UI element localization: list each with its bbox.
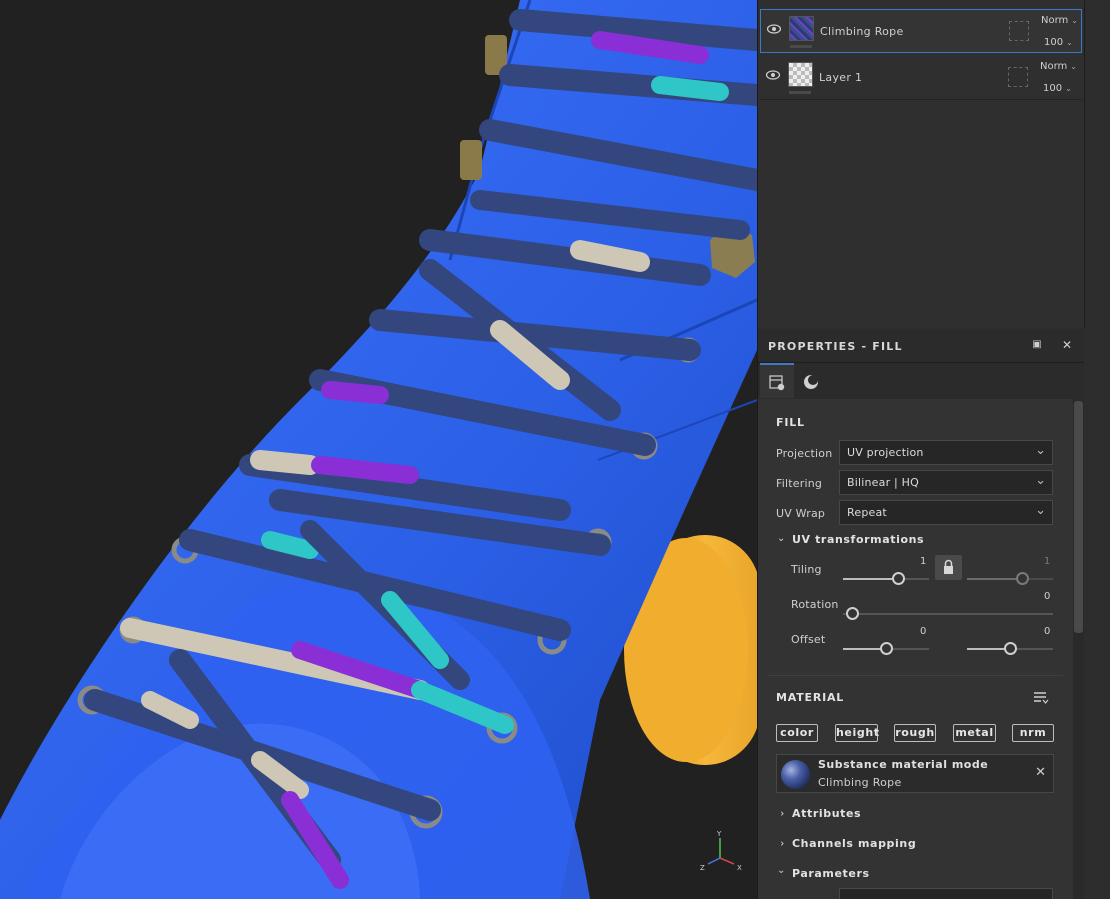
- parameters-toggle[interactable]: Parameters: [792, 867, 870, 880]
- uvwrap-label: UV Wrap: [776, 507, 826, 520]
- material-mode-label: Substance material mode: [818, 758, 989, 771]
- material-card[interactable]: Substance material mode Climbing Rope ✕: [776, 754, 1054, 793]
- blend-mode-value: Norm: [1041, 15, 1069, 26]
- properties-title: PROPERTIES - FILL: [768, 340, 903, 353]
- offset-slider-v[interactable]: [967, 642, 1053, 655]
- lock-icon: [944, 559, 953, 574]
- close-icon[interactable]: ✕: [1035, 765, 1046, 780]
- channel-color-button[interactable]: color: [776, 724, 818, 742]
- uvwrap-select[interactable]: Repeat ⌄: [839, 500, 1053, 525]
- blend-mode-dropdown[interactable]: Norm ⌄: [1040, 61, 1077, 72]
- viewport-3d[interactable]: Y X Z: [0, 0, 757, 899]
- chevron-right-icon[interactable]: ⌄: [776, 809, 787, 817]
- gizmo-y-label: Y: [716, 830, 722, 838]
- blend-mode-dropdown[interactable]: Norm ⌄: [1041, 15, 1078, 26]
- tiling-slider-v[interactable]: [967, 572, 1053, 585]
- slider-knob[interactable]: [1004, 642, 1017, 655]
- material-name: Climbing Rope: [818, 776, 902, 789]
- offset-value-u[interactable]: 0: [920, 626, 926, 637]
- blend-mode-value: Norm: [1040, 61, 1068, 72]
- attributes-toggle[interactable]: Attributes: [792, 807, 861, 820]
- rotation-value[interactable]: 0: [1044, 591, 1050, 602]
- filtering-select[interactable]: Bilinear | HQ ⌄: [839, 470, 1053, 495]
- layer-stack: Climbing Rope Norm ⌄ 100 ⌄ Layer 1 Norm ⌄ 1…: [758, 0, 1085, 328]
- axis-gizmo: Y X Z: [700, 828, 750, 878]
- channel-nrm-button[interactable]: nrm: [1012, 724, 1054, 742]
- chevron-down-icon: ⌄: [1035, 503, 1046, 518]
- chevron-down-icon[interactable]: ⌄: [777, 533, 785, 544]
- tiling-slider-u[interactable]: [843, 572, 929, 585]
- tiling-label: Tiling: [791, 563, 822, 576]
- offset-slider-u[interactable]: [843, 642, 929, 655]
- slider-knob[interactable]: [892, 572, 905, 585]
- uv-transformations-toggle[interactable]: UV transformations: [792, 533, 924, 546]
- projection-value: UV projection: [847, 446, 924, 459]
- chevron-down-icon: ⌄: [1035, 443, 1046, 458]
- projection-label: Projection: [776, 447, 833, 460]
- gizmo-z-label: Z: [700, 864, 705, 872]
- filtering-label: Filtering: [776, 477, 823, 490]
- chevron-down-icon: ⌄: [1066, 38, 1073, 47]
- channel-height-button[interactable]: height: [835, 724, 879, 742]
- channels-mapping-toggle[interactable]: Channels mapping: [792, 837, 916, 850]
- opacity-dropdown[interactable]: 100 ⌄: [1043, 83, 1072, 94]
- eye-icon[interactable]: [767, 24, 781, 34]
- channel-metal-button[interactable]: metal: [953, 724, 996, 742]
- parameters-select-partial[interactable]: [839, 888, 1053, 899]
- layer-thumb-bar: [790, 45, 812, 48]
- close-icon[interactable]: ✕: [1060, 338, 1074, 352]
- layer-thumbnail: [788, 62, 813, 87]
- opacity-dropdown[interactable]: 100 ⌄: [1044, 37, 1073, 48]
- undock-icon[interactable]: ▣: [1030, 338, 1044, 352]
- tiling-value-v[interactable]: 1: [1044, 556, 1050, 567]
- opacity-value: 100: [1044, 37, 1064, 48]
- skate-render: [0, 0, 757, 899]
- gizmo-x-label: X: [737, 864, 742, 872]
- chevron-down-icon: ⌄: [1070, 62, 1077, 71]
- offset-value-v[interactable]: 0: [1044, 626, 1050, 637]
- material-preview-sphere: [781, 760, 810, 789]
- chevron-down-icon: ⌄: [1071, 16, 1078, 25]
- slider-knob[interactable]: [880, 642, 893, 655]
- rotation-label: Rotation: [791, 598, 839, 611]
- layer-row-layer-1[interactable]: Layer 1 Norm ⌄ 100 ⌄: [760, 56, 1082, 100]
- layer-row-climbing-rope[interactable]: Climbing Rope Norm ⌄ 100 ⌄: [760, 9, 1082, 53]
- opacity-value: 100: [1043, 83, 1063, 94]
- tiling-value-u[interactable]: 1: [920, 556, 926, 567]
- chevron-down-icon: ⌄: [1065, 84, 1072, 93]
- channel-rough-button[interactable]: rough: [894, 724, 936, 742]
- properties-content: FILL Projection UV projection ⌄ Filterin…: [758, 399, 1073, 899]
- properties-tabs: [758, 363, 1084, 399]
- rotation-slider[interactable]: [843, 607, 1053, 620]
- material-sphere-icon: [804, 375, 818, 389]
- fill-section-title: FILL: [776, 416, 805, 429]
- layer-mask-slot[interactable]: [1008, 67, 1028, 87]
- tab-fill-settings[interactable]: [760, 363, 794, 398]
- layer-mask-slot[interactable]: [1009, 21, 1029, 41]
- chevron-down-icon: ⌄: [1035, 473, 1046, 488]
- eye-icon[interactable]: [766, 70, 780, 80]
- chevron-down-icon[interactable]: ⌄: [777, 865, 785, 876]
- tab-material[interactable]: [794, 363, 828, 398]
- lock-ratio-button[interactable]: [935, 555, 962, 580]
- offset-label: Offset: [791, 633, 826, 646]
- material-menu-icon[interactable]: [1033, 691, 1049, 705]
- projection-select[interactable]: UV projection ⌄: [839, 440, 1053, 465]
- scrollbar-thumb[interactable]: [1074, 401, 1083, 633]
- divider: [768, 675, 1063, 676]
- slider-knob[interactable]: [1016, 572, 1029, 585]
- chevron-right-icon[interactable]: ⌄: [776, 839, 787, 847]
- uvwrap-value: Repeat: [847, 506, 887, 519]
- properties-scrollbar[interactable]: [1073, 399, 1084, 899]
- layer-thumb-bar: [789, 91, 811, 94]
- properties-header: PROPERTIES - FILL ▣ ✕: [758, 330, 1084, 363]
- filtering-value: Bilinear | HQ: [847, 476, 919, 489]
- right-panel: Climbing Rope Norm ⌄ 100 ⌄ Layer 1 Norm ⌄ 1…: [757, 0, 1110, 899]
- layer-name[interactable]: Layer 1: [819, 71, 862, 84]
- material-section-title: MATERIAL: [776, 691, 845, 704]
- fill-settings-icon: [769, 375, 785, 391]
- slider-knob[interactable]: [846, 607, 859, 620]
- layer-name[interactable]: Climbing Rope: [820, 25, 904, 38]
- layer-thumbnail: [789, 16, 814, 41]
